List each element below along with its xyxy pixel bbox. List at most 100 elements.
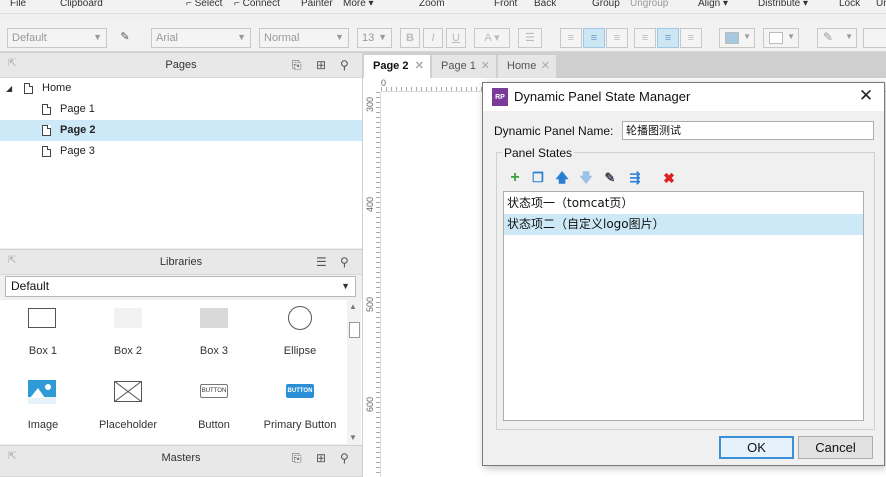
widget-button[interactable]: BUTTON Button [171, 380, 257, 440]
more-menu[interactable]: More ▾ [343, 0, 374, 9]
tab-page1[interactable]: Page 1 ✕ [432, 55, 496, 78]
align-left-icon[interactable]: ≡ [560, 28, 582, 48]
page-tree-item-page3[interactable]: Page 3 [0, 141, 362, 162]
widget-box2[interactable]: Box 2 [85, 306, 171, 366]
close-icon[interactable]: ✕ [541, 55, 550, 77]
widget-box3[interactable]: Box 3 [171, 306, 257, 366]
dialog-titlebar[interactable]: RP Dynamic Panel State Manager ✕ [483, 83, 884, 111]
align-right-icon[interactable]: ≡ [606, 28, 628, 48]
align-top-icon[interactable]: ≡ [634, 28, 656, 48]
page-tree-label: Page 2 [60, 124, 96, 136]
font-family-select[interactable]: Arial ▼ [151, 28, 251, 48]
zoom-menu[interactable]: Zoom [419, 0, 445, 9]
scroll-thumb[interactable] [349, 322, 360, 338]
library-scrollbar[interactable]: ▲ ▼ [347, 300, 361, 444]
close-icon[interactable]: ✕ [415, 55, 424, 77]
scroll-up-icon[interactable]: ▲ [349, 302, 357, 311]
add-folder-icon[interactable]: ⊞ [316, 451, 326, 465]
state-list-item[interactable]: 状态项二（自定义logo图片） [504, 214, 863, 235]
connect-tool[interactable]: ⌐ Connect [234, 0, 280, 9]
line-weight-button[interactable] [863, 28, 886, 48]
move-down-icon[interactable]: 🡇 [579, 171, 593, 185]
ruler-label: 500 [365, 296, 375, 312]
lock-button[interactable]: Lock [839, 0, 860, 9]
close-icon[interactable]: ✕ [856, 86, 876, 106]
align-bottom-icon[interactable]: ≡ [680, 28, 702, 48]
move-up-icon[interactable]: 🡅 [555, 171, 569, 185]
line-color-button[interactable]: ✎ ▼ [817, 28, 857, 48]
bold-button[interactable]: B [400, 28, 420, 48]
tab-page2[interactable]: Page 2 ✕ [364, 55, 430, 78]
font-weight-select[interactable]: Normal ▼ [259, 28, 349, 48]
search-icon[interactable]: ⚲ [340, 58, 349, 72]
bring-front-button[interactable]: Front [494, 0, 517, 9]
bullet-list-icon[interactable]: ☰ [518, 28, 542, 48]
state-list-item[interactable]: 状态项一（tomcat页） [504, 193, 863, 214]
file-menu[interactable]: File [10, 0, 26, 9]
page-tree-item-home[interactable]: ◢ Home [0, 78, 362, 99]
chevron-down-icon: ▼ [787, 32, 795, 41]
widget-ellipse[interactable]: Ellipse [257, 306, 343, 366]
expand-triangle-icon[interactable]: ◢ [6, 78, 12, 99]
page-icon [42, 104, 51, 115]
select-tool[interactable]: ⌐ Select [186, 0, 222, 9]
tab-home[interactable]: Home ✕ [498, 55, 556, 78]
align-middle-icon[interactable]: ≡ [657, 28, 679, 48]
fill-color-button[interactable]: ▼ [719, 28, 755, 48]
menu-icon[interactable]: ☰ [316, 255, 327, 269]
duplicate-state-icon[interactable]: ❐ [531, 171, 545, 185]
panel-name-input[interactable]: 轮播图测试 [622, 121, 874, 140]
widget-label: Placeholder [98, 419, 158, 431]
widget-primary-button[interactable]: BUTTON Primary Button [257, 380, 343, 440]
font-size-select[interactable]: 13 ▼ [357, 28, 392, 48]
align-center-icon[interactable]: ≡ [583, 28, 605, 48]
format-painter[interactable]: Painter [301, 0, 333, 9]
widget-image[interactable]: Image [0, 380, 86, 440]
group-button[interactable]: Group [592, 0, 620, 9]
style-select[interactable]: Default ▼ [7, 28, 107, 48]
distribute-menu[interactable]: Distribute ▾ [758, 0, 808, 9]
add-page-icon[interactable]: ⎘ [292, 58, 302, 73]
search-icon[interactable]: ⚲ [340, 255, 349, 269]
underline-button[interactable]: U [446, 28, 466, 48]
libraries-panel-header: ⇱ Libraries ☰ ⚲ [0, 249, 362, 275]
page-tree-item-page2[interactable]: Page 2 [0, 120, 362, 141]
align-menu[interactable]: Align ▾ [698, 0, 728, 9]
masters-panel-header: ⇱ Masters ⎘ ⊞ ⚲ [0, 445, 362, 477]
add-master-icon[interactable]: ⎘ [292, 451, 302, 466]
add-folder-icon[interactable]: ⊞ [316, 58, 326, 72]
library-select[interactable]: Default ▼ [5, 276, 356, 297]
panel-name-label: Dynamic Panel Name: [494, 124, 614, 138]
cancel-button[interactable]: Cancel [798, 436, 873, 459]
font-color-button[interactable]: A ▾ [474, 28, 510, 48]
add-state-icon[interactable]: + [508, 170, 522, 186]
font-family-value: Arial [156, 32, 179, 44]
ungroup-button[interactable]: Ungroup [630, 0, 668, 9]
widget-placeholder[interactable]: Placeholder [85, 380, 171, 440]
send-back-button[interactable]: Back [534, 0, 556, 9]
widget-label: Primary Button [263, 419, 337, 431]
delete-state-icon[interactable]: ✖ [662, 171, 676, 185]
unlock-button[interactable]: Un [876, 0, 886, 9]
close-icon[interactable]: ✕ [481, 55, 490, 77]
clipboard-menu[interactable]: Clipboard [60, 0, 103, 9]
edit-all-states-icon[interactable]: ⇶ [628, 171, 642, 185]
style-value: Default [12, 32, 47, 44]
pages-panel-header: ⇱ Pages ⎘ ⊞ ⚲ [0, 52, 362, 78]
style-edit-icon[interactable]: ✎ [115, 28, 135, 48]
page-icon [24, 83, 33, 94]
scroll-down-icon[interactable]: ▼ [349, 433, 357, 442]
italic-button[interactable]: I [423, 28, 443, 48]
tab-label: Page 1 [441, 60, 476, 72]
page-icon [42, 146, 51, 157]
widget-box1[interactable]: Box 1 [0, 306, 86, 366]
vertical-ruler: 300 400 500 600 [363, 92, 381, 477]
pages-panel-title: Pages [165, 59, 197, 71]
page-tree-item-page1[interactable]: Page 1 [0, 99, 362, 120]
box1-preview [28, 308, 56, 328]
ok-button[interactable]: OK [719, 436, 794, 459]
shadow-button[interactable]: ▼ [763, 28, 799, 48]
search-icon[interactable]: ⚲ [340, 451, 349, 465]
edit-state-icon[interactable]: ✎ [603, 171, 617, 185]
format-toolbar: Default ▼ ✎ Arial ▼ Normal ▼ 13 ▼ B I U A ▾ … [0, 22, 886, 52]
